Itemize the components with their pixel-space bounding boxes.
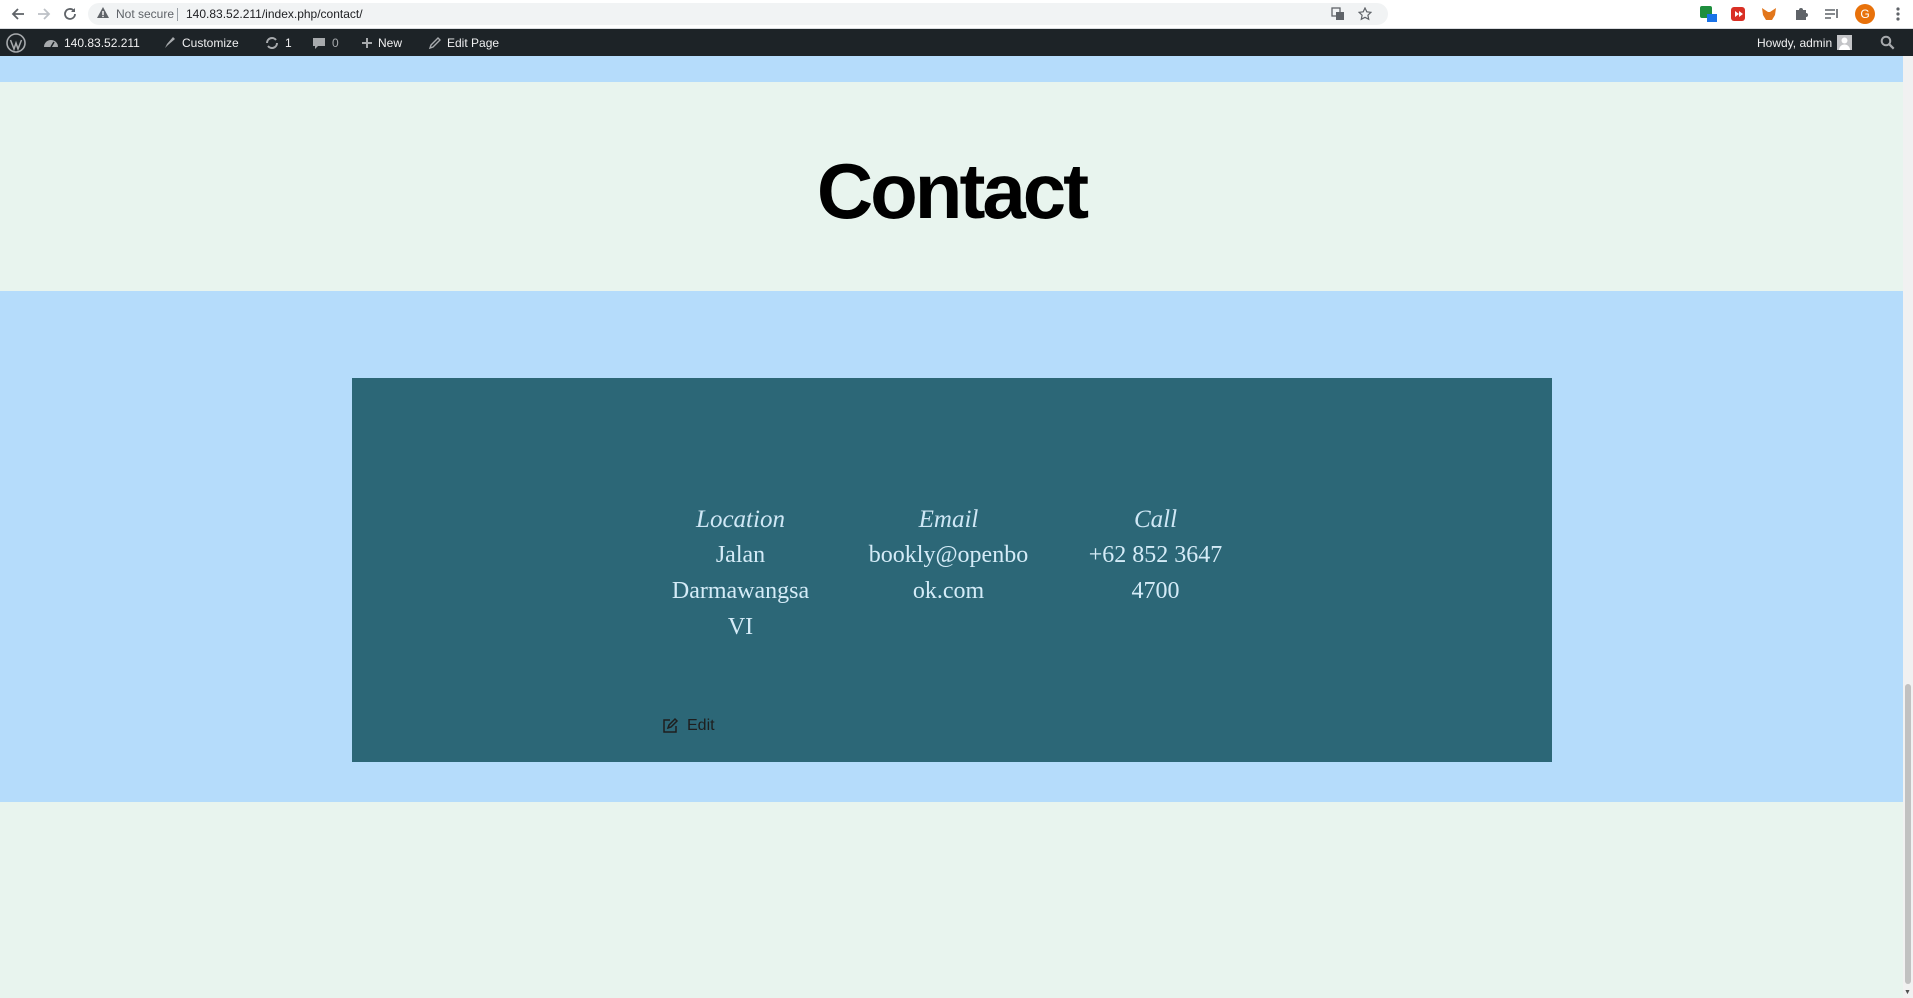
edit-page-link[interactable]: Edit Page (428, 29, 499, 56)
address-bar[interactable]: Not secure 140.83.52.211/index.php/conta… (88, 3, 1388, 25)
account-menu[interactable]: Howdy, admin (1757, 29, 1853, 56)
profile-initial: G (1860, 7, 1870, 21)
reload-button[interactable] (60, 4, 80, 24)
paintbrush-icon (165, 36, 175, 48)
pencil-icon (428, 36, 441, 49)
updates-refresh-icon (266, 36, 278, 49)
extensions-puzzle-icon[interactable] (1792, 5, 1810, 23)
profile-avatar[interactable]: G (1855, 4, 1875, 24)
page-title: Contact (816, 147, 1089, 235)
header-strip (0, 56, 1903, 82)
edit-label: Edit (687, 717, 715, 734)
scroll-down-arrow-icon[interactable]: ▼ (1904, 989, 1911, 996)
updates-count: 1 (285, 35, 292, 50)
back-arrow-icon (11, 8, 24, 20)
new-label: New (378, 35, 403, 50)
site-name-label: 140.83.52.211 (64, 35, 140, 50)
admin-avatar (1837, 35, 1853, 50)
edit-page-label: Edit Page (447, 35, 500, 50)
location-column: Location Jalan Darmawangsa VI (658, 503, 823, 645)
updates-link[interactable]: 1 (264, 29, 292, 56)
customize-label: Customize (182, 35, 239, 50)
bookmark-star-icon[interactable] (1358, 7, 1372, 21)
user-silhouette-icon (1839, 37, 1851, 50)
email-heading: Email (918, 506, 979, 533)
contact-section: Location Jalan Darmawangsa VI Email book… (0, 291, 1903, 802)
metamask-fox-icon[interactable] (1760, 5, 1778, 23)
location-text: Jalan Darmawangsa VI (671, 542, 810, 640)
comments-count: 0 (332, 35, 339, 50)
footer-area (0, 802, 1903, 998)
location-heading: Location (696, 506, 785, 533)
howdy-label: Howdy, admin (1757, 35, 1833, 50)
email-text[interactable]: bookly@openbook.com (866, 537, 1031, 609)
reload-icon (64, 8, 76, 20)
search-icon (1880, 35, 1895, 50)
extension-red-icon[interactable] (1729, 5, 1747, 23)
reading-list-icon[interactable] (1823, 5, 1841, 23)
translate-icon[interactable] (1331, 7, 1345, 21)
comment-bubble-icon (313, 37, 325, 49)
call-heading: Call (1133, 506, 1178, 533)
comments-link[interactable]: 0 (311, 29, 339, 56)
warning-icon[interactable] (96, 6, 110, 20)
security-label[interactable]: Not secure (116, 7, 174, 21)
edit-square-pencil-icon (663, 717, 679, 733)
url-divider (177, 8, 178, 21)
forward-arrow-icon (38, 8, 51, 20)
site-name-link[interactable]: 140.83.52.211 (43, 29, 140, 56)
plus-icon (362, 37, 372, 48)
new-content-link[interactable]: New (361, 29, 402, 56)
admin-search-button[interactable] (1880, 29, 1895, 56)
page-hero: Contact (0, 82, 1903, 291)
page-scrollbar[interactable]: ▼ (1903, 56, 1913, 998)
wordpress-logo-icon (6, 32, 26, 53)
extension-5g-icon[interactable] (1699, 5, 1717, 23)
customize-link[interactable]: Customize (163, 29, 239, 56)
url-text[interactable]: 140.83.52.211/index.php/contact/ (186, 7, 363, 21)
phone-text[interactable]: +62 852 3647 4700 (1073, 537, 1238, 609)
scrollbar-thumb[interactable] (1905, 684, 1911, 984)
call-column: Call +62 852 3647 4700 (1073, 503, 1238, 609)
browser-toolbar: Not secure 140.83.52.211/index.php/conta… (0, 0, 1913, 29)
edit-post-link[interactable]: Edit (661, 717, 715, 735)
browser-menu-icon[interactable] (1895, 5, 1913, 23)
wordpress-logo-button[interactable] (6, 29, 26, 56)
forward-button[interactable] (34, 4, 54, 24)
contact-info-box: Location Jalan Darmawangsa VI Email book… (352, 378, 1552, 762)
email-column: Email bookly@openbook.com (866, 503, 1031, 609)
wp-admin-bar: 140.83.52.211 Customize 1 0 New Edit Pag… (0, 29, 1913, 56)
back-button[interactable] (8, 4, 28, 24)
dashboard-gauge-icon (44, 39, 58, 47)
